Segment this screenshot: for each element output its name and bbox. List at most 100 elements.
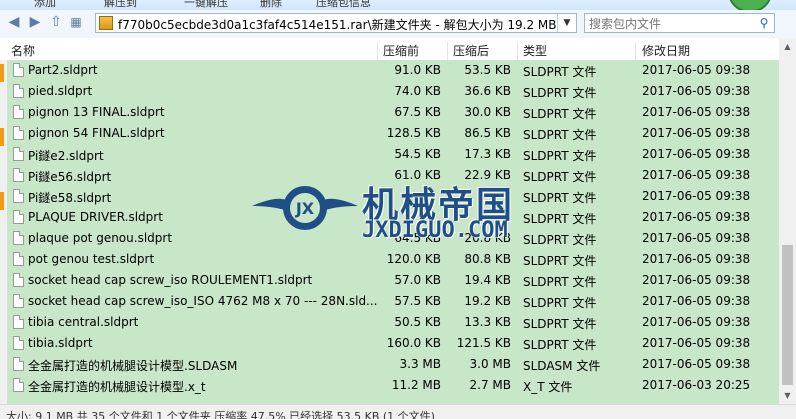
file-row[interactable]: plaque pot genou.sldprt 64.5 KB 26.8 KB SLD… <box>7 228 779 249</box>
file-packed-size: 61.0 KB <box>394 168 441 182</box>
file-type: SLDPRT 文件 <box>523 254 597 268</box>
file-type: X_T 文件 <box>523 380 573 394</box>
navigation-bar: ◀ ▶ ⇧ ▦ f770b0c5ecbde3d0a1c3faf4c514e151… <box>0 10 796 39</box>
file-compressed-size: 13.3 KB <box>464 315 511 329</box>
column-size-header[interactable]: 压缩后 <box>453 42 489 59</box>
file-icon <box>13 252 24 266</box>
file-compressed-size: 36.6 KB <box>464 84 511 98</box>
chevron-down-icon[interactable]: ▼ <box>557 14 576 32</box>
status-bar: 大小: 9.1 MB 共 35 个文件和 1 个文件夹 压缩率 47.5% 已经… <box>0 404 796 419</box>
file-packed-size: 120.0 KB <box>386 252 441 266</box>
archive-icon <box>99 16 113 30</box>
file-compressed-size: 26.8 KB <box>464 231 511 245</box>
file-type: SLDPRT 文件 <box>523 191 597 205</box>
file-type: SLDPRT 文件 <box>523 107 597 121</box>
column-name-header[interactable]: 名称 <box>11 42 35 59</box>
file-icon <box>13 315 24 329</box>
file-packed-size: 91.0 KB <box>394 63 441 77</box>
file-type: SLDPRT 文件 <box>523 338 597 352</box>
toolbar-extract-button[interactable]: 解压到 <box>104 0 137 10</box>
column-date-header[interactable]: 修改日期 <box>642 42 690 59</box>
file-name: tibia central.sldprt <box>28 315 139 329</box>
file-date: 2017-06-05 09:38 <box>642 84 751 98</box>
search-icon[interactable]: ⚲ <box>757 16 771 30</box>
file-type: SLDPRT 文件 <box>523 296 597 310</box>
file-row[interactable]: socket head cap screw_iso_ISO 4762 M8 x … <box>7 291 779 312</box>
file-compressed-size: 3.0 MB <box>469 357 511 371</box>
vertical-scrollbar[interactable]: ▲ ▼ <box>779 38 796 404</box>
file-packed-size: 57.0 KB <box>394 273 441 287</box>
file-date: 2017-06-05 09:38 <box>642 210 751 224</box>
file-icon <box>13 105 24 119</box>
file-date: 2017-06-05 09:38 <box>642 63 751 77</box>
search-box[interactable]: ⚲ <box>584 13 775 33</box>
file-packed-size: 128.5 KB <box>386 126 441 140</box>
file-name: Pi鐩e2.sldprt <box>28 149 104 163</box>
file-packed-size: 64.5 KB <box>394 231 441 245</box>
view-mode-icon[interactable]: ▦ <box>68 14 84 30</box>
file-date: 2017-06-05 09:38 <box>642 147 751 161</box>
file-type: SLDPRT 文件 <box>523 86 597 100</box>
file-type: SLDPRT 文件 <box>523 233 597 247</box>
file-row[interactable]: Pi鐩e58.sldprt SLDPRT 文件 2017-06-05 09:38 <box>7 186 779 207</box>
file-date: 2017-06-05 09:38 <box>642 126 751 140</box>
file-name: Pi鐩e56.sldprt <box>28 170 112 184</box>
file-date: 2017-06-05 09:38 <box>642 252 751 266</box>
file-packed-size: 3.3 MB <box>399 357 441 371</box>
file-icon <box>13 231 24 245</box>
file-type: SLDPRT 文件 <box>523 170 597 184</box>
file-date: 2017-06-05 09:38 <box>642 294 751 308</box>
file-icon <box>13 147 24 161</box>
file-row[interactable]: tibia central.sldprt 50.5 KB 13.3 KB SLDPRT… <box>7 312 779 333</box>
toolbar-info-button[interactable]: 压缩包信息 <box>316 0 371 10</box>
toolbar-add-button[interactable]: 添加 <box>34 0 56 10</box>
file-packed-size: 11.2 MB <box>391 378 441 392</box>
file-row[interactable]: Pi鐩e2.sldprt 54.5 KB 17.3 KB SLDPRT 文件 2017-… <box>7 144 779 165</box>
file-name: socket head cap screw_iso_ISO 4762 M8 x … <box>28 294 378 308</box>
file-name: plaque pot genou.sldprt <box>28 231 173 245</box>
scroll-up-icon[interactable]: ▲ <box>779 38 796 55</box>
file-row[interactable]: tibia.sldprt 160.0 KB 121.5 KB SLDPRT 文件 201… <box>7 333 779 354</box>
file-name: pot genou test.sldprt <box>28 252 155 266</box>
toolbar-oneclick-button[interactable]: 一键解压 <box>184 0 228 10</box>
file-row[interactable]: Part2.sldprt 91.0 KB 53.5 KB SLDPRT 文件 2017-… <box>7 60 779 81</box>
file-compressed-size: 30.0 KB <box>464 105 511 119</box>
file-name: tibia.sldprt <box>28 336 93 350</box>
forward-arrow-icon[interactable]: ▶ <box>27 14 43 30</box>
scroll-thumb[interactable] <box>782 245 793 385</box>
file-row[interactable]: Pi鐩e56.sldprt 61.0 KB 22.9 KB SLDPRT 文件 2017… <box>7 165 779 186</box>
file-compressed-size: 80.8 KB <box>464 252 511 266</box>
file-row[interactable]: pignon 54 FINAL.sldprt 128.5 KB 86.5 KB SLD… <box>7 123 779 144</box>
column-header: 名称 压缩前 压缩后 类型 修改日期 <box>0 38 779 61</box>
file-row[interactable]: pignon 13 FINAL.sldprt 67.5 KB 30.0 KB SLDP… <box>7 102 779 123</box>
file-name: Pi鐩e58.sldprt <box>28 191 112 205</box>
file-packed-size: 74.0 KB <box>394 84 441 98</box>
file-icon <box>13 84 24 98</box>
file-name: Part2.sldprt <box>28 63 98 77</box>
file-type: SLDPRT 文件 <box>523 128 597 142</box>
file-icon <box>13 357 24 371</box>
search-input[interactable] <box>587 15 751 33</box>
file-row[interactable]: pied.sldprt 74.0 KB 36.6 KB SLDPRT 文件 2017-0… <box>7 81 779 102</box>
file-name: pignon 13 FINAL.sldprt <box>28 105 165 119</box>
column-type-header[interactable]: 类型 <box>523 42 547 59</box>
up-level-icon[interactable]: ⇧ <box>48 14 64 30</box>
file-name: pied.sldprt <box>28 84 93 98</box>
file-type: SLDPRT 文件 <box>523 212 597 226</box>
file-row[interactable]: PLAQUE DRIVER.sldprt SLDPRT 文件 2017-06-05 … <box>7 207 779 228</box>
toolbar-delete-button[interactable]: 删除 <box>260 0 282 10</box>
file-icon <box>13 294 24 308</box>
file-row[interactable]: socket head cap screw_iso ROULEMENT1.sld… <box>7 270 779 291</box>
scroll-down-icon[interactable]: ▼ <box>779 387 796 404</box>
file-date: 2017-06-05 09:38 <box>642 273 751 287</box>
back-arrow-icon[interactable]: ◀ <box>6 14 22 30</box>
file-row[interactable]: 全金属打造的机械腿设计模型.x_t 11.2 MB 2.7 MB X_T 文件 2017… <box>7 375 779 396</box>
address-bar[interactable]: f770b0c5ecbde3d0a1c3faf4c514e151.rar\新建文… <box>95 13 577 33</box>
file-row[interactable]: 全金属打造的机械腿设计模型.SLDASM 3.3 MB 3.0 MB SLDASM 文… <box>7 354 779 375</box>
file-packed-size: 160.0 KB <box>386 336 441 350</box>
file-type: SLDPRT 文件 <box>523 275 597 289</box>
file-icon <box>13 336 24 350</box>
file-row[interactable]: pot genou test.sldprt 120.0 KB 80.8 KB SLDP… <box>7 249 779 270</box>
column-packed-header[interactable]: 压缩前 <box>383 42 419 59</box>
file-packed-size: 57.5 KB <box>394 294 441 308</box>
